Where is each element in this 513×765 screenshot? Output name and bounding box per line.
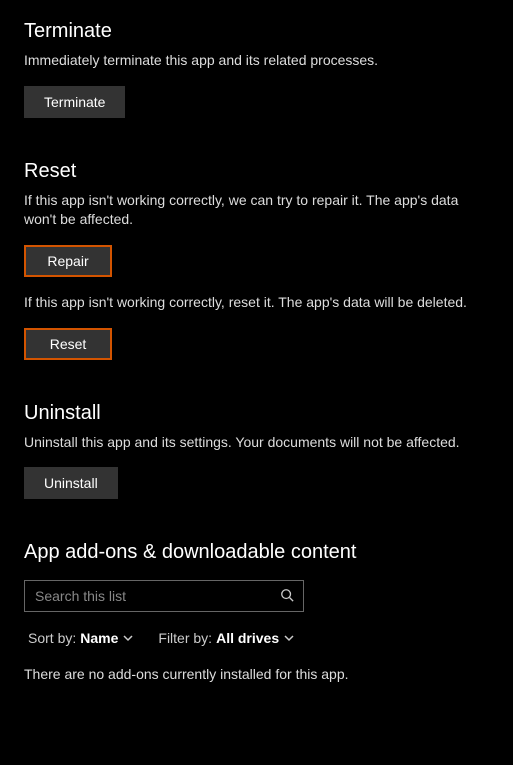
sort-by-value: Name [80, 630, 118, 646]
uninstall-button[interactable]: Uninstall [24, 467, 118, 499]
addons-section: App add-ons & downloadable content Sort … [24, 541, 489, 682]
terminate-section: Terminate Immediately terminate this app… [24, 20, 489, 118]
search-button[interactable] [271, 581, 303, 611]
filter-by-value: All drives [216, 630, 279, 646]
search-icon [280, 588, 294, 605]
repair-button[interactable]: Repair [24, 245, 112, 277]
terminate-heading: Terminate [24, 20, 489, 43]
reset-button[interactable]: Reset [24, 328, 112, 360]
sort-by-label: Sort by: [28, 630, 76, 646]
search-input[interactable] [25, 588, 271, 604]
search-box [24, 580, 304, 612]
chevron-down-icon [283, 632, 295, 644]
filter-by-dropdown[interactable]: Filter by: All drives [158, 630, 295, 646]
chevron-down-icon [122, 632, 134, 644]
repair-description: If this app isn't working correctly, we … [24, 191, 489, 229]
filter-by-label: Filter by: [158, 630, 212, 646]
uninstall-section: Uninstall Uninstall this app and its set… [24, 402, 489, 500]
terminate-description: Immediately terminate this app and its r… [24, 51, 489, 70]
terminate-button[interactable]: Terminate [24, 86, 125, 118]
reset-heading: Reset [24, 160, 489, 183]
filters-row: Sort by: Name Filter by: All drives [24, 630, 489, 646]
uninstall-description: Uninstall this app and its settings. You… [24, 433, 489, 452]
uninstall-heading: Uninstall [24, 402, 489, 425]
reset-section: Reset If this app isn't working correctl… [24, 160, 489, 360]
addons-heading: App add-ons & downloadable content [24, 541, 489, 564]
reset-description: If this app isn't working correctly, res… [24, 293, 489, 312]
sort-by-dropdown[interactable]: Sort by: Name [28, 630, 134, 646]
addons-empty-message: There are no add-ons currently installed… [24, 666, 489, 682]
